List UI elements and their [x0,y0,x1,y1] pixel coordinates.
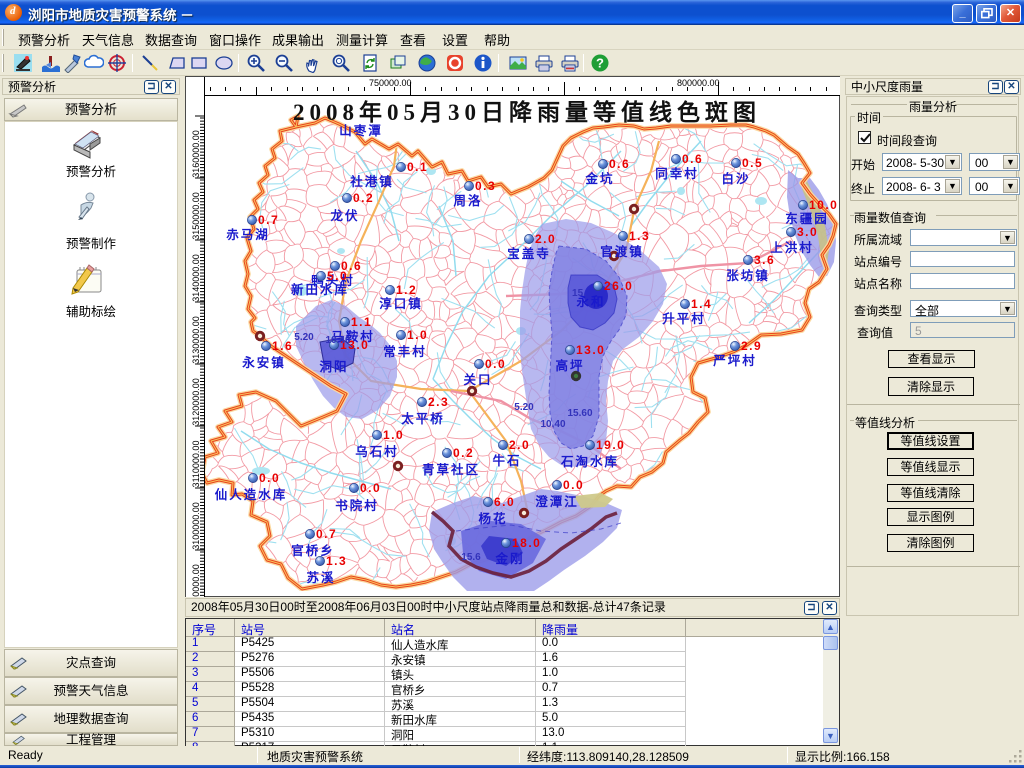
svg-text:10.40: 10.40 [325,335,350,346]
svg-text:26.0: 26.0 [604,279,633,293]
svg-text:山枣潭: 山枣潭 [339,123,383,138]
svg-text:15.60: 15.60 [567,408,592,419]
svg-text:严坪村: 严坪村 [712,353,757,368]
svg-text:3100000.00: 3100000.00 [191,502,201,550]
svg-text:0.6: 0.6 [682,152,703,166]
svg-text:0.3: 0.3 [475,179,496,193]
svg-text:牛石: 牛石 [492,453,521,468]
svg-text:0.2: 0.2 [353,191,374,205]
svg-text:0.5: 0.5 [742,156,763,170]
svg-text:1.4: 1.4 [691,297,712,311]
svg-text:洞阳: 洞阳 [319,359,348,374]
svg-text:1.1: 1.1 [351,315,372,329]
svg-text:3150000.00: 3150000.00 [191,192,201,240]
svg-text:3140000.00: 3140000.00 [191,254,201,302]
svg-text:1.0: 1.0 [407,328,428,342]
svg-text:2.9: 2.9 [741,339,762,353]
svg-text:5.20: 5.20 [294,332,314,343]
svg-text:官渡镇: 官渡镇 [600,244,644,259]
svg-text:3.0: 3.0 [797,225,818,239]
svg-text:上洪村: 上洪村 [770,240,814,255]
svg-text:青草社区: 青草社区 [422,462,480,477]
svg-text:0.6: 0.6 [609,157,630,171]
svg-text:仙人造水库: 仙人造水库 [215,487,288,502]
svg-text:5.20: 5.20 [514,402,534,413]
svg-text:龙伏: 龙伏 [329,208,359,223]
svg-text:书院村: 书院村 [335,498,379,513]
svg-text:3090000.00: 3090000.00 [191,564,201,597]
svg-text:淳口镇: 淳口镇 [379,296,423,311]
svg-text:13.0: 13.0 [576,343,605,357]
svg-text:3120000.00: 3120000.00 [191,378,201,426]
svg-text:3130000.00: 3130000.00 [191,316,201,364]
svg-text:0.7: 0.7 [316,527,337,541]
svg-text:0.0: 0.0 [259,471,280,485]
svg-text:0.1: 0.1 [407,160,428,174]
svg-text:东疆园: 东疆园 [785,211,829,226]
svg-text:金刚: 金刚 [494,551,524,566]
svg-text:3160000.00: 3160000.00 [191,130,201,178]
svg-text:2.0: 2.0 [535,232,556,246]
svg-text:同幸村: 同幸村 [655,166,699,181]
svg-text:1.6: 1.6 [272,339,293,353]
svg-text:永安镇: 永安镇 [241,355,286,370]
svg-text:18.0: 18.0 [512,536,541,550]
svg-text:赤马湖: 赤马湖 [226,227,270,242]
svg-text:0.0: 0.0 [360,481,381,495]
svg-text:10.40: 10.40 [540,419,565,430]
svg-text:周洛: 周洛 [453,193,482,208]
svg-text:新田水库: 新田水库 [291,282,349,297]
svg-text:关口: 关口 [463,372,492,387]
svg-text:?: ? [596,56,604,71]
svg-text:金坑: 金坑 [584,171,614,186]
svg-text:1.3: 1.3 [326,554,347,568]
svg-text:1.3: 1.3 [629,229,650,243]
svg-text:升平村: 升平村 [662,311,706,326]
svg-text:张坊镇: 张坊镇 [726,268,770,283]
svg-text:10.0: 10.0 [809,198,838,212]
svg-text:3110000.00: 3110000.00 [191,441,201,488]
svg-text:2.0: 2.0 [509,438,530,452]
svg-text:15.: 15. [572,288,586,299]
svg-text:5.0: 5.0 [327,269,348,283]
svg-text:白沙: 白沙 [721,171,750,186]
svg-text:3.6: 3.6 [754,253,775,267]
svg-text:6.0: 6.0 [494,495,515,509]
svg-text:杨花: 杨花 [478,511,507,526]
svg-text:澄潭江: 澄潭江 [535,494,579,509]
svg-text:1.0: 1.0 [383,428,404,442]
svg-text:0.7: 0.7 [258,213,279,227]
svg-text:0.2: 0.2 [453,446,474,460]
svg-text:苏溪: 苏溪 [306,570,335,585]
svg-text:2.3: 2.3 [428,395,449,409]
svg-text:石淘水库: 石淘水库 [560,454,619,469]
svg-text:常丰村: 常丰村 [383,344,427,359]
svg-text:0.0: 0.0 [485,357,506,371]
svg-text:高坪: 高坪 [555,358,584,373]
svg-text:1.2: 1.2 [396,283,417,297]
svg-text:宝盖寺: 宝盖寺 [507,246,551,261]
svg-text:2008年05月30日降雨量等值线色斑图: 2008年05月30日降雨量等值线色斑图 [293,99,761,125]
svg-text:0.0: 0.0 [563,478,584,492]
svg-text:19.0: 19.0 [596,438,625,452]
svg-text:社港镇: 社港镇 [349,174,394,189]
svg-text:太平桥: 太平桥 [401,411,445,426]
svg-text:15.6: 15.6 [461,552,481,563]
svg-text:乌石村: 乌石村 [355,444,399,459]
